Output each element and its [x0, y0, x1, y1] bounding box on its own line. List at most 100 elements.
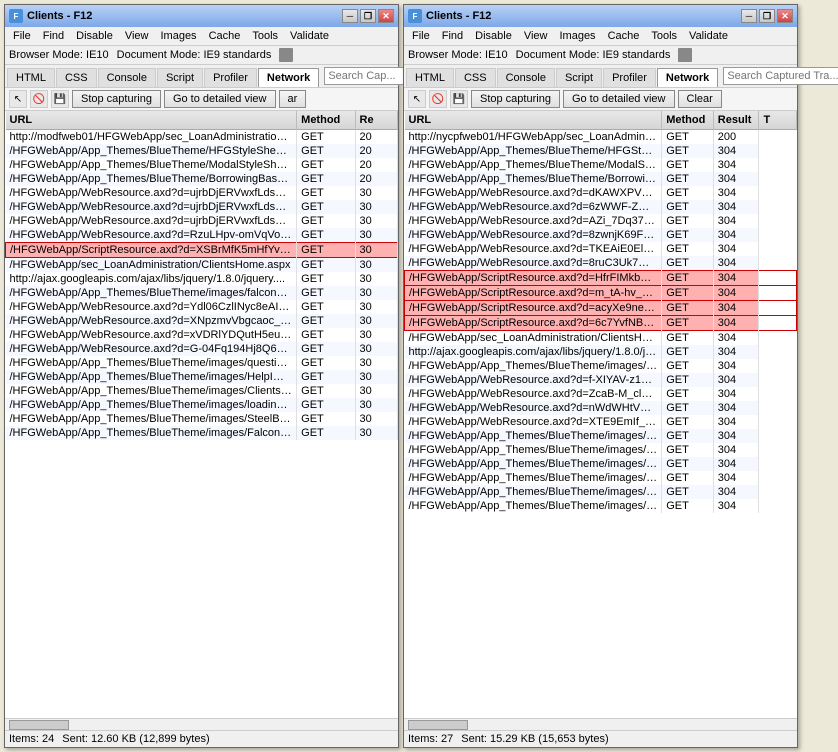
menu-item-validate[interactable]: Validate — [683, 28, 734, 44]
col-header-method[interactable]: Method — [297, 111, 355, 130]
menu-item-disable[interactable]: Disable — [70, 28, 119, 44]
table-row[interactable]: /HFGWebApp/App_Themes/BlueTheme/images/H… — [6, 370, 398, 384]
stop-capturing-button[interactable]: Stop capturing — [72, 90, 161, 108]
table-row[interactable]: http://ajax.googleapis.com/ajax/libs/jqu… — [6, 272, 398, 286]
table-row[interactable]: /HFGWebApp/WebResource.axd?d=Ydl06CzlINy… — [6, 300, 398, 314]
table-row[interactable]: /HFGWebApp/App_Themes/BlueTheme/images/q… — [6, 356, 398, 370]
horizontal-scrollbar[interactable] — [5, 718, 398, 730]
restore-button[interactable]: ❐ — [759, 9, 775, 23]
table-row[interactable]: /HFGWebApp/App_Themes/BlueTheme/images/C… — [405, 457, 797, 471]
table-row[interactable]: /HFGWebApp/WebResource.axd?d=AZi_7Dq374w… — [405, 214, 797, 228]
col-header-url[interactable]: URL — [405, 111, 662, 130]
table-row[interactable]: /HFGWebApp/ScriptResource.axd?d=m_tA-hv_… — [405, 286, 797, 301]
table-row[interactable]: /HFGWebApp/WebResource.axd?d=RzuLHpv-omV… — [6, 228, 398, 243]
minimize-button[interactable]: ─ — [741, 9, 757, 23]
detail-view-button[interactable]: Go to detailed view — [563, 90, 675, 108]
table-row[interactable]: /HFGWebApp/App_Themes/BlueTheme/ModalSty… — [6, 158, 398, 172]
menu-item-tools[interactable]: Tools — [645, 28, 683, 44]
table-row[interactable]: /HFGWebApp/App_Themes/BlueTheme/HFGStyle… — [405, 144, 797, 158]
tab-css[interactable]: CSS — [455, 68, 496, 87]
save-icon[interactable]: 💾 — [51, 90, 69, 108]
table-row[interactable]: /HFGWebApp/App_Themes/BlueTheme/Borrowin… — [405, 172, 797, 186]
table-row[interactable]: /HFGWebApp/WebResource.axd?d=XTE9EmIf_Nw… — [405, 415, 797, 429]
table-row[interactable]: /HFGWebApp/sec_LoanAdministration/Client… — [6, 258, 398, 273]
menu-item-view[interactable]: View — [518, 28, 554, 44]
stop-icon[interactable]: 🚫 — [429, 90, 447, 108]
table-row[interactable]: http://ajax.googleapis.com/ajax/libs/jqu… — [405, 345, 797, 359]
tab-network[interactable]: Network — [657, 68, 718, 87]
table-row[interactable]: /HFGWebApp/WebResource.axd?d=dKAWXPV39KZ… — [405, 186, 797, 200]
settings-icon[interactable] — [279, 48, 293, 62]
tab-profiler[interactable]: Profiler — [204, 68, 257, 87]
table-row[interactable]: /HFGWebApp/WebResource.axd?d=ZcaB-M_clkO… — [405, 387, 797, 401]
menu-item-find[interactable]: Find — [436, 28, 469, 44]
table-row[interactable]: /HFGWebApp/WebResource.axd?d=8ruC3Uk7GTG… — [405, 256, 797, 271]
stop-icon[interactable]: 🚫 — [30, 90, 48, 108]
table-row[interactable]: http://nycpfweb01/HFGWebApp/sec_LoanAdmi… — [405, 130, 797, 145]
restore-button[interactable]: ❐ — [360, 9, 376, 23]
table-row[interactable]: http://modfweb01/HFGWebApp/sec_LoanAdmin… — [6, 130, 398, 145]
close-button[interactable]: ✕ — [777, 9, 793, 23]
table-row[interactable]: /HFGWebApp/ScriptResource.axd?d=XSBrMfK5… — [6, 243, 398, 258]
menu-item-tools[interactable]: Tools — [246, 28, 284, 44]
table-row[interactable]: /HFGWebApp/WebResource.axd?d=G-04Fq194Hj… — [6, 342, 398, 356]
table-row[interactable]: /HFGWebApp/App_Themes/BlueTheme/Borrowin… — [6, 172, 398, 186]
menu-item-find[interactable]: Find — [37, 28, 70, 44]
tab-script[interactable]: Script — [556, 68, 602, 87]
clear-button[interactable]: ar — [279, 90, 307, 108]
minimize-button[interactable]: ─ — [342, 9, 358, 23]
scrollbar-thumb[interactable] — [9, 720, 69, 730]
menu-item-file[interactable]: File — [7, 28, 37, 44]
table-row[interactable]: /HFGWebApp/App_Themes/BlueTheme/HFGStyle… — [6, 144, 398, 158]
table-row[interactable]: /HFGWebApp/WebResource.axd?d=ujrbDjERVwx… — [6, 186, 398, 200]
menu-item-file[interactable]: File — [406, 28, 436, 44]
table-row[interactable]: /HFGWebApp/WebResource.axd?d=ujrbDjERVwx… — [6, 214, 398, 228]
tab-html[interactable]: HTML — [406, 68, 454, 87]
menu-item-validate[interactable]: Validate — [284, 28, 335, 44]
menu-item-cache[interactable]: Cache — [203, 28, 247, 44]
settings-icon[interactable] — [678, 48, 692, 62]
tab-console[interactable]: Console — [98, 68, 156, 87]
menu-item-images[interactable]: Images — [553, 28, 601, 44]
table-row[interactable]: /HFGWebApp/App_Themes/BlueTheme/images/f… — [405, 359, 797, 373]
col-header-re[interactable]: Re — [355, 111, 397, 130]
tab-profiler[interactable]: Profiler — [603, 68, 656, 87]
tab-css[interactable]: CSS — [56, 68, 97, 87]
table-row[interactable]: /HFGWebApp/App_Themes/BlueTheme/images/q… — [405, 429, 797, 443]
table-row[interactable]: /HFGWebApp/App_Themes/BlueTheme/ModalSty… — [405, 158, 797, 172]
table-row[interactable]: /HFGWebApp/sec_LoanAdministration/Client… — [405, 331, 797, 346]
col-header-method[interactable]: Method — [662, 111, 714, 130]
table-row[interactable]: /HFGWebApp/App_Themes/BlueTheme/images/S… — [6, 412, 398, 426]
table-row[interactable]: /HFGWebApp/App_Themes/BlueTheme/images/F… — [6, 426, 398, 440]
table-row[interactable]: /HFGWebApp/App_Themes/BlueTheme/images/S… — [405, 485, 797, 499]
menu-item-disable[interactable]: Disable — [469, 28, 518, 44]
table-row[interactable]: /HFGWebApp/WebResource.axd?d=6zWWF-ZWiHa… — [405, 200, 797, 214]
cursor-icon[interactable]: ↖ — [9, 90, 27, 108]
col-header-url[interactable]: URL — [6, 111, 297, 130]
table-row[interactable]: /HFGWebApp/ScriptResource.axd?d=HfrFIMkb… — [405, 271, 797, 286]
tab-network[interactable]: Network — [258, 68, 319, 87]
table-row[interactable]: /HFGWebApp/App_Themes/BlueTheme/images/H… — [405, 443, 797, 457]
clear-button[interactable]: Clear — [678, 90, 722, 108]
menu-item-cache[interactable]: Cache — [602, 28, 646, 44]
table-row[interactable]: /HFGWebApp/App_Themes/BlueTheme/images/l… — [405, 471, 797, 485]
table-row[interactable]: /HFGWebApp/App_Themes/BlueTheme/images/f… — [6, 286, 398, 300]
table-row[interactable]: /HFGWebApp/WebResource.axd?d=ujrbDjERVwx… — [6, 200, 398, 214]
table-row[interactable]: /HFGWebApp/ScriptResource.axd?d=acyXe9ne… — [405, 301, 797, 316]
table-row[interactable]: /HFGWebApp/WebResource.axd?d=XNpzmvVbgca… — [6, 314, 398, 328]
table-row[interactable]: /HFGWebApp/App_Themes/BlueTheme/images/C… — [6, 384, 398, 398]
col-header-t[interactable]: T — [759, 111, 797, 130]
search-input[interactable] — [723, 67, 838, 85]
save-icon[interactable]: 💾 — [450, 90, 468, 108]
table-row[interactable]: /HFGWebApp/WebResource.axd?d=f-XIYAV-z1v… — [405, 373, 797, 387]
col-header-result[interactable]: Result — [713, 111, 759, 130]
tab-html[interactable]: HTML — [7, 68, 55, 87]
table-row[interactable]: /HFGWebApp/App_Themes/BlueTheme/images/F… — [405, 499, 797, 513]
table-row[interactable]: /HFGWebApp/WebResource.axd?d=nWdWHtVX3Dr… — [405, 401, 797, 415]
horizontal-scrollbar[interactable] — [404, 718, 797, 730]
table-row[interactable]: /HFGWebApp/WebResource.axd?d=8zwnjK69Fn1… — [405, 228, 797, 242]
menu-item-view[interactable]: View — [119, 28, 155, 44]
cursor-icon[interactable]: ↖ — [408, 90, 426, 108]
tab-script[interactable]: Script — [157, 68, 203, 87]
table-row[interactable]: /HFGWebApp/WebResource.axd?d=TKEAiE0Elgc… — [405, 242, 797, 256]
